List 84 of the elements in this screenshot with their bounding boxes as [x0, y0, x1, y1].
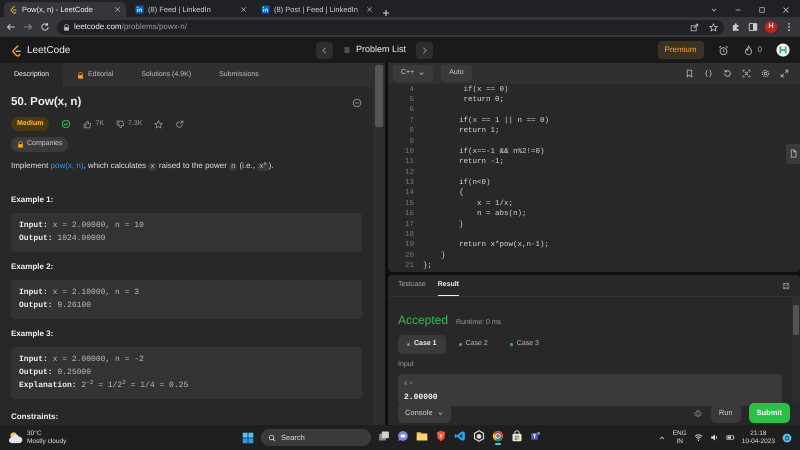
- expand-icon[interactable]: [780, 68, 789, 78]
- save-icon[interactable]: [782, 282, 790, 290]
- list-icon: [343, 46, 351, 54]
- puzzle-icon[interactable]: [731, 22, 741, 32]
- bug-icon[interactable]: [692, 408, 703, 418]
- lock-icon: [77, 72, 84, 78]
- close-icon[interactable]: [782, 6, 790, 14]
- chevron-up-icon[interactable]: [658, 434, 666, 442]
- lock-icon: [63, 24, 70, 30]
- share-icon[interactable]: [690, 22, 699, 32]
- example-line: Input: x = 2.00000, n = -2: [19, 354, 145, 366]
- example-line: Explanation: 2$^{-2}$ = 1/2$^{2}$ = 1/4 = 0.25: [19, 380, 190, 392]
- cross-arrows-icon[interactable]: [742, 68, 751, 78]
- folder-icon[interactable]: [416, 430, 428, 442]
- speaker-icon[interactable]: [710, 433, 719, 442]
- reload-icon[interactable]: [40, 22, 50, 32]
- example-line: Input: x = 2.00000, n = 10: [19, 220, 145, 232]
- streak-count: 0: [758, 44, 762, 56]
- example-line: Input: x = 2.10000, n = 3: [19, 287, 140, 300]
- hexagon-icon[interactable]: [473, 430, 486, 442]
- code-editor-icon[interactable]: [454, 430, 466, 442]
- chevron-down-icon: [418, 70, 426, 77]
- address-bar[interactable]: leetcode.com/problems/powx-n/: [57, 20, 724, 34]
- notification-icon[interactable]: [782, 432, 792, 442]
- shield-icon[interactable]: [435, 430, 448, 442]
- side-panel-icon[interactable]: [748, 22, 758, 32]
- braces-icon[interactable]: [704, 68, 713, 78]
- thumbs-up-icon[interactable]: [83, 120, 92, 129]
- document-icon: [788, 149, 798, 158]
- premium-button[interactable]: Premium: [658, 41, 704, 59]
- settings-icon[interactable]: [761, 68, 770, 78]
- example-heading: Example 3:: [11, 328, 54, 340]
- star-icon[interactable]: [154, 120, 164, 129]
- example-line: Output: 1024.00000: [19, 233, 106, 246]
- scrollbar[interactable]: [373, 63, 385, 425]
- in-logo-icon: [261, 5, 270, 14]
- collapse-icon[interactable]: [352, 98, 362, 108]
- forward-icon[interactable]: [23, 22, 33, 32]
- in-logo-icon: [135, 5, 144, 14]
- tab-search-icon[interactable]: [710, 6, 718, 14]
- code-logo-icon: [9, 5, 18, 14]
- new-tab-icon[interactable]: [382, 9, 390, 17]
- weather-cloud-icon[interactable]: [8, 430, 23, 445]
- function-link[interactable]: pow(x, n): [50, 160, 84, 170]
- thumbs-down-icon[interactable]: [116, 120, 126, 129]
- maximize-icon[interactable]: [758, 6, 766, 14]
- star-icon[interactable]: [709, 22, 718, 32]
- window-stack-icon[interactable]: [378, 430, 390, 442]
- result-status: Accepted: [398, 312, 448, 329]
- lock-icon: [17, 141, 24, 148]
- code-logo-icon[interactable]: [10, 44, 23, 56]
- scrollbar-thumb[interactable]: [793, 305, 799, 335]
- logo-text[interactable]: LeetCode: [27, 42, 70, 58]
- search-icon: [268, 434, 276, 442]
- chat-bubble-icon[interactable]: [397, 430, 410, 442]
- start-grid-icon[interactable]: [242, 432, 254, 444]
- browser-icon[interactable]: [492, 430, 504, 442]
- bookmark-icon[interactable]: [685, 68, 694, 78]
- share-icon[interactable]: [175, 120, 184, 129]
- problem-list-link[interactable]: Problem List: [356, 43, 406, 57]
- example-line: Output: 0.25000: [19, 367, 92, 380]
- close-icon[interactable]: [240, 6, 247, 13]
- close-icon[interactable]: [366, 6, 373, 13]
- side-tab[interactable]: [786, 144, 800, 164]
- people-icon[interactable]: [530, 430, 542, 442]
- battery-icon[interactable]: [726, 433, 735, 442]
- parameter-value: 2.00000: [404, 392, 439, 404]
- reset-icon[interactable]: [723, 68, 732, 78]
- back-icon[interactable]: [6, 22, 16, 32]
- url-text: leetcode.com/problems/powx-n/: [74, 21, 187, 33]
- problem-title: 50. Pow(x, n): [11, 96, 82, 110]
- constraints-heading: Constraints:: [11, 411, 60, 424]
- example-heading: Example 1:: [11, 194, 54, 206]
- scrollbar[interactable]: [792, 297, 800, 401]
- chevron-down-icon: [436, 410, 444, 416]
- example-line: Output: 9.26100: [19, 300, 92, 312]
- flame-icon[interactable]: [742, 44, 754, 56]
- scrollbar-thumb[interactable]: [375, 65, 383, 127]
- alarm-clock-icon[interactable]: [718, 44, 729, 56]
- wifi-icon[interactable]: [694, 433, 703, 442]
- close-icon[interactable]: [114, 6, 121, 13]
- example-heading: Example 2:: [11, 261, 54, 274]
- user-avatar-icon[interactable]: [776, 43, 790, 57]
- shopping-bag-icon[interactable]: [511, 430, 524, 442]
